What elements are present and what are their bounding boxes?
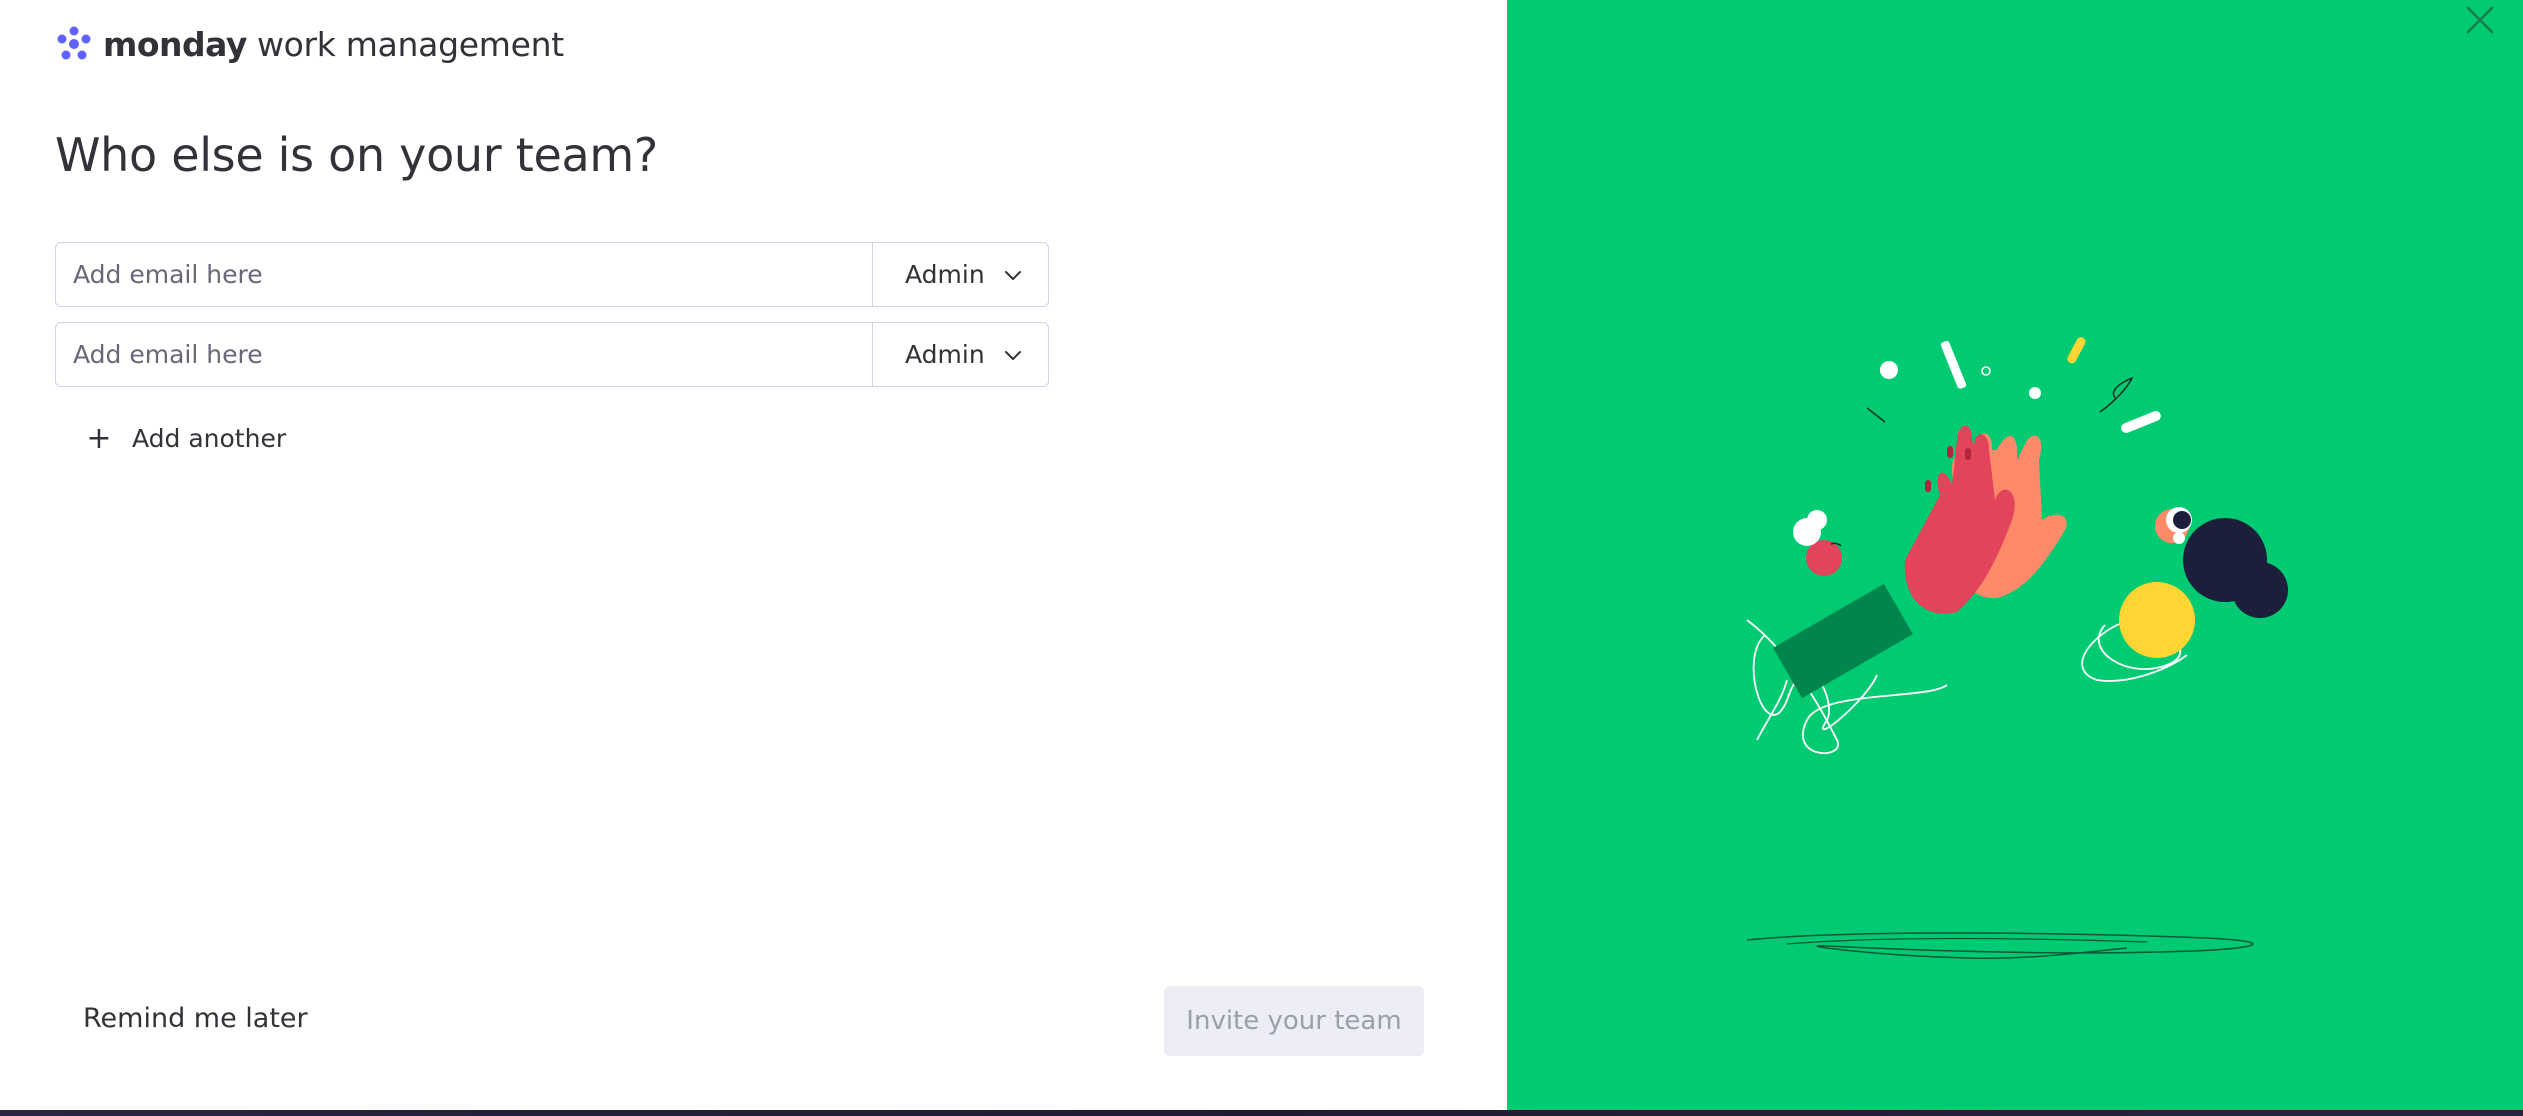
add-another-label: Add another xyxy=(132,423,287,453)
page-title: Who else is on your team? xyxy=(55,128,658,182)
invite-row: Admin xyxy=(55,242,1049,307)
role-dropdown[interactable]: Admin xyxy=(873,243,1048,306)
close-icon[interactable] xyxy=(2464,4,2496,36)
role-dropdown[interactable]: Admin xyxy=(873,323,1048,386)
role-value: Admin xyxy=(905,260,985,289)
product-name: work management xyxy=(256,24,564,64)
logo: monday work management xyxy=(55,24,564,64)
plus-icon: + xyxy=(86,420,112,456)
invite-team-button[interactable]: Invite your team xyxy=(1164,986,1424,1056)
window-bottom-edge xyxy=(0,1110,2523,1116)
email-input[interactable] xyxy=(56,323,873,386)
add-another-button[interactable]: + Add another xyxy=(84,418,286,458)
high-five-illustration xyxy=(1746,337,2288,960)
monday-dots-icon xyxy=(57,26,91,60)
chevron-down-icon xyxy=(1005,270,1021,280)
chevron-down-icon xyxy=(1005,350,1021,360)
invite-row: Admin xyxy=(55,322,1049,387)
email-input[interactable] xyxy=(56,243,873,306)
brand-name: monday xyxy=(103,24,247,64)
remind-me-later-button[interactable]: Remind me later xyxy=(83,1003,308,1034)
invite-panel: monday work management Who else is on yo… xyxy=(0,0,1507,1110)
role-value: Admin xyxy=(905,340,985,369)
